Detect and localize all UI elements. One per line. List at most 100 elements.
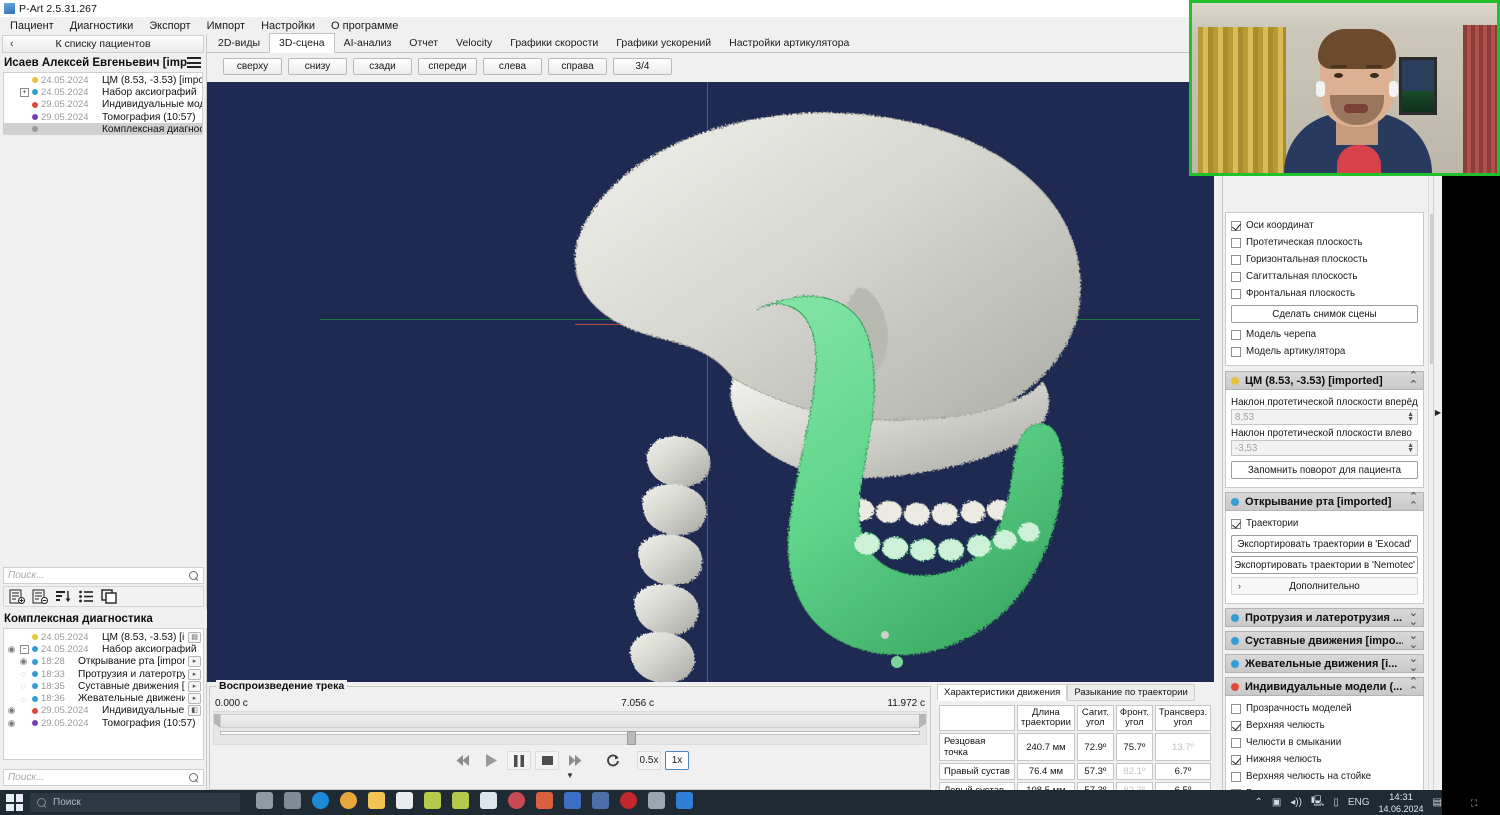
list-item[interactable]: 29.05.2024 Индивидуальные модели (1 bbox=[4, 99, 202, 111]
menu-item-import[interactable]: Импорт bbox=[199, 19, 253, 33]
clock[interactable]: 14:31 14.06.2024 bbox=[1379, 791, 1424, 815]
view-back-button[interactable]: сзади bbox=[353, 57, 412, 75]
search-input-bottom[interactable]: Поиск... bbox=[3, 769, 204, 786]
hamburger-menu-icon[interactable] bbox=[187, 57, 201, 68]
app-icon-3[interactable] bbox=[452, 792, 469, 809]
taskbar-search-box[interactable]: Поиск bbox=[30, 793, 240, 812]
item-action-icon[interactable]: ◧ bbox=[188, 705, 201, 717]
add-list-icon[interactable] bbox=[9, 589, 26, 604]
list-item[interactable]: ◉ 29.05.2024 Индивидуальные мо ◧ bbox=[4, 705, 203, 717]
language-indicator[interactable]: ENG bbox=[1348, 797, 1370, 808]
eye-icon[interactable]: ◌ bbox=[18, 681, 29, 691]
volume-icon[interactable]: ◂)) bbox=[1290, 797, 1302, 808]
start-button[interactable] bbox=[6, 794, 23, 811]
tab-ai-analysis[interactable]: AI-анализ bbox=[335, 34, 401, 52]
app-icon-8[interactable] bbox=[592, 792, 609, 809]
stop-icon[interactable] bbox=[535, 751, 559, 770]
list-item[interactable]: 29.05.2024 Томография (10:57) bbox=[4, 111, 202, 123]
track-range-end-handle[interactable] bbox=[919, 714, 926, 728]
group-individual-models-header[interactable]: Индивидуальные модели (... ⌃ ⌃ bbox=[1225, 676, 1424, 696]
checkbox-icon[interactable] bbox=[1231, 254, 1241, 265]
chevron-up-icon[interactable]: ⌃ ⌃ bbox=[1409, 676, 1418, 696]
playhead-handle[interactable] bbox=[626, 731, 636, 745]
menu-item-settings[interactable]: Настройки bbox=[253, 19, 323, 33]
checkbox-upper-jaw-on-stand[interactable]: Верхняя челюсть на стойке bbox=[1231, 768, 1418, 785]
network-icon[interactable]: 🖳 bbox=[1311, 794, 1324, 811]
view-left-button[interactable]: слева bbox=[483, 57, 542, 75]
checkbox-icon[interactable] bbox=[1231, 329, 1241, 340]
chrome-icon[interactable] bbox=[340, 792, 357, 809]
app-icon-6[interactable] bbox=[536, 792, 553, 809]
list-item[interactable]: ◉ 18:28 Открывание рта [impor ▸ bbox=[4, 656, 203, 668]
checkbox-prosthetic-plane[interactable]: Протетическая плоскость bbox=[1231, 234, 1418, 251]
loop-icon[interactable] bbox=[601, 751, 625, 770]
app-icon-5[interactable] bbox=[508, 792, 525, 809]
chevron-down-icon[interactable]: ⌄ ⌄ bbox=[1409, 607, 1418, 627]
copy-icon[interactable] bbox=[101, 589, 118, 604]
tab-trajectory-separation[interactable]: Разыкание по траектории bbox=[1067, 684, 1195, 701]
checkbox-skull-model[interactable]: Модель черепа bbox=[1231, 326, 1418, 343]
chevron-up-icon[interactable]: ⌃ ⌃ bbox=[1409, 491, 1418, 511]
3d-scene-viewport[interactable] bbox=[207, 82, 1214, 682]
export-nemotec-button[interactable]: Экспортировать траектории в 'Nemotec' bbox=[1231, 556, 1418, 574]
checkbox-icon[interactable] bbox=[1231, 737, 1241, 748]
play-icon[interactable] bbox=[479, 751, 503, 770]
terminal-icon[interactable] bbox=[676, 792, 693, 809]
eye-icon[interactable]: ◌ bbox=[18, 694, 29, 704]
checkbox-trajectories[interactable]: Траектории bbox=[1231, 515, 1418, 532]
explorer-icon[interactable] bbox=[368, 792, 385, 809]
menu-item-about[interactable]: О программе bbox=[323, 19, 406, 33]
tab-3d-scene[interactable]: 3D-сцена bbox=[269, 33, 335, 53]
checkbox-upper-jaw[interactable]: Верхняя челюсть bbox=[1231, 717, 1418, 734]
group-protrusion-header[interactable]: Протрузия и латеротрузия ... ⌄ ⌄ bbox=[1225, 607, 1424, 627]
skip-forward-icon[interactable] bbox=[563, 751, 587, 770]
checkbox-frontal-plane[interactable]: Фронтальная плоскость bbox=[1231, 285, 1418, 302]
tab-articulator-settings[interactable]: Настройки артикулятора bbox=[720, 34, 858, 52]
app-icon-4[interactable] bbox=[480, 792, 497, 809]
item-action-icon[interactable]: ▸ bbox=[188, 680, 201, 692]
group-chewing-movements-header[interactable]: Жевательные движения [i... ⌄ ⌄ bbox=[1225, 653, 1424, 673]
spinner-forward-tilt[interactable]: 8,53 ▲ ▼ bbox=[1231, 409, 1418, 425]
list-icon[interactable] bbox=[78, 589, 95, 604]
list-item-selected[interactable]: Комплексная диагностика ( bbox=[4, 123, 202, 136]
edge-icon[interactable] bbox=[312, 792, 329, 809]
checkbox-icon[interactable] bbox=[1231, 346, 1241, 357]
item-action-icon[interactable]: ▸ bbox=[188, 693, 201, 705]
tab-2d-views[interactable]: 2D-виды bbox=[209, 34, 269, 52]
calculator-icon[interactable] bbox=[284, 792, 301, 809]
fullscreen-icon[interactable]: ⛶ bbox=[1471, 798, 1482, 808]
speed-half-button[interactable]: 0.5x bbox=[637, 751, 661, 770]
chevron-down-icon[interactable]: ⌄ ⌄ bbox=[1409, 630, 1418, 650]
search-input-top[interactable]: Поиск... bbox=[3, 567, 204, 584]
group-cm-header[interactable]: ЦМ (8.53, -3.53) [imported] ⌃ ⌃ bbox=[1225, 370, 1424, 390]
more-options-button[interactable]: › Дополнительно bbox=[1231, 577, 1418, 595]
webcam-overlay[interactable] bbox=[1189, 0, 1500, 176]
checkbox-icon[interactable] bbox=[1231, 518, 1241, 529]
list-item[interactable]: ◉ 29.05.2024 Томография (10:57) bbox=[4, 717, 203, 729]
battery-icon[interactable]: ▯ bbox=[1333, 797, 1339, 808]
eye-icon[interactable]: ◌ bbox=[18, 669, 29, 679]
collapse-playback-icon[interactable]: ▼ bbox=[210, 771, 930, 780]
app-icon-1[interactable] bbox=[396, 792, 413, 809]
checkbox-icon[interactable] bbox=[1231, 720, 1241, 731]
tab-velocity[interactable]: Velocity bbox=[447, 34, 501, 52]
chevron-up-icon[interactable]: ⌃ ⌃ bbox=[1409, 370, 1418, 390]
tab-report[interactable]: Отчет bbox=[400, 34, 447, 52]
skip-back-icon[interactable] bbox=[451, 751, 475, 770]
expander-icon[interactable]: + bbox=[20, 87, 29, 97]
notifications-icon[interactable]: ▤ bbox=[1433, 797, 1442, 808]
eye-icon[interactable]: ◉ bbox=[18, 656, 29, 667]
list-item[interactable]: 24.05.2024 ЦМ (8.53, -3.53) [imp ▤ bbox=[4, 631, 203, 643]
eye-icon[interactable]: ◉ bbox=[6, 705, 17, 716]
tab-speed-charts[interactable]: Графики скорости bbox=[501, 34, 607, 52]
checkbox-coordinate-axes[interactable]: Оси координат bbox=[1231, 217, 1418, 234]
spinner-left-tilt[interactable]: -3,53 ▲ ▼ bbox=[1231, 440, 1418, 456]
speed-normal-button[interactable]: 1x bbox=[665, 751, 689, 770]
eye-icon[interactable]: ◉ bbox=[6, 644, 17, 655]
checkbox-articulator-model[interactable]: Модель артикулятора bbox=[1231, 343, 1418, 360]
app-icon-7[interactable] bbox=[564, 792, 581, 809]
chevron-down-icon[interactable]: ⌄ ⌄ bbox=[1409, 653, 1418, 673]
checkbox-icon[interactable] bbox=[1231, 703, 1241, 714]
item-action-icon[interactable]: ▸ bbox=[188, 656, 201, 668]
task-view-icon[interactable] bbox=[256, 792, 273, 809]
